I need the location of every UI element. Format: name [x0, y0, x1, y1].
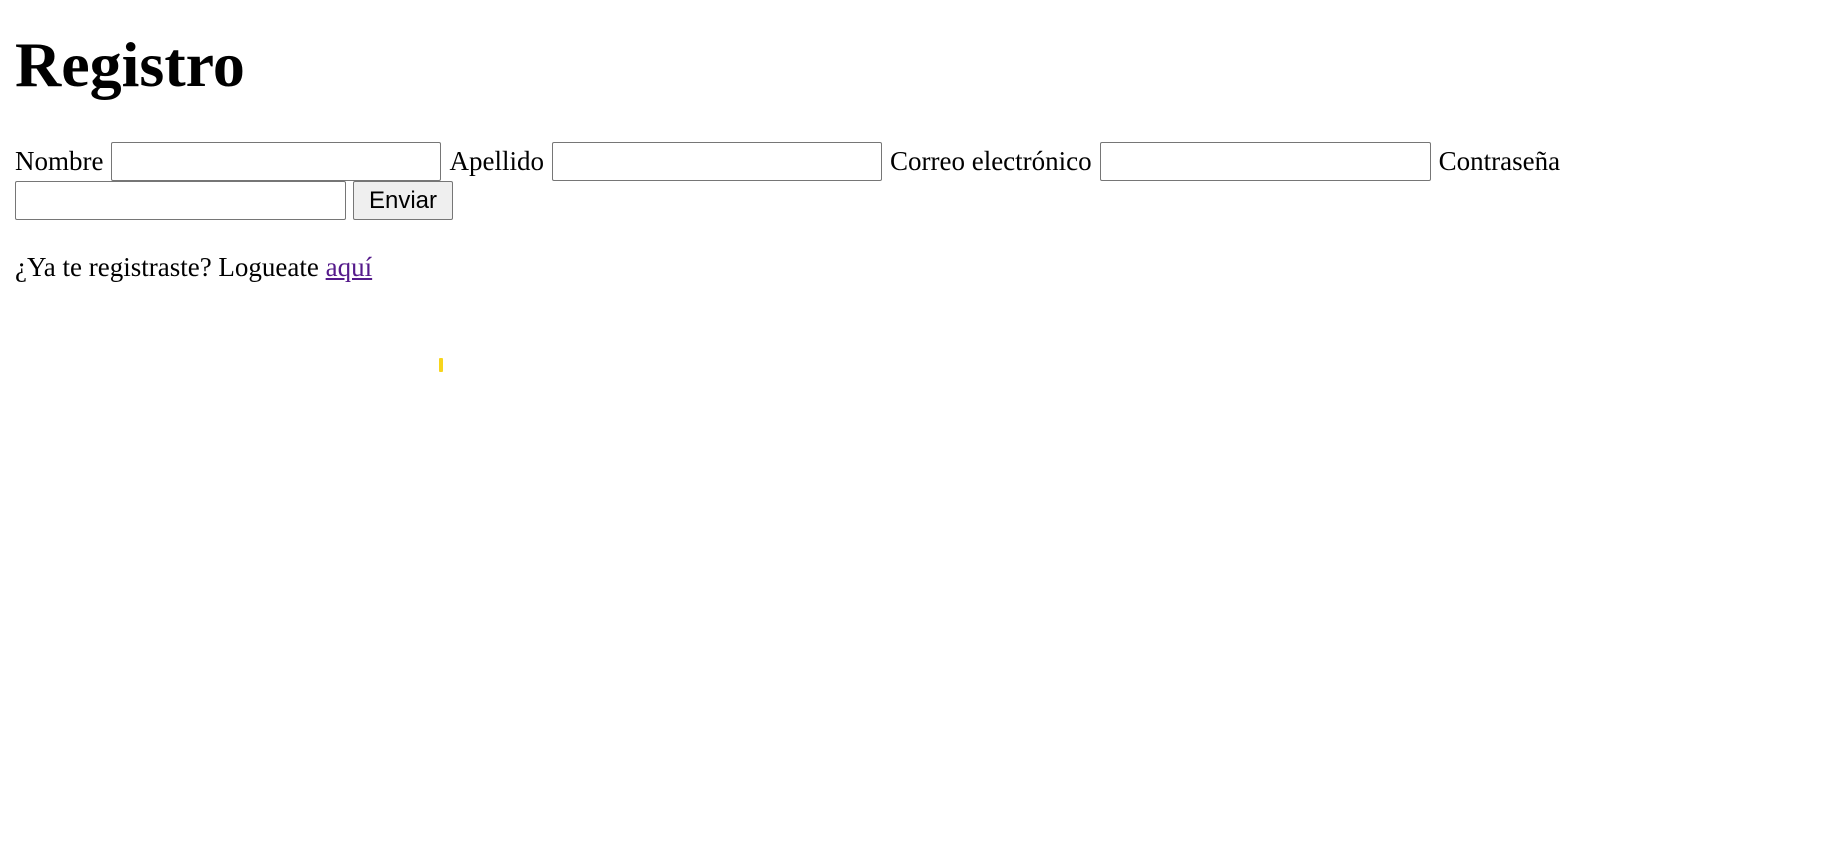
login-prompt-text: ¿Ya te registraste? Logueate [15, 252, 319, 282]
contrasena-input[interactable] [15, 181, 346, 220]
apellido-input[interactable] [551, 142, 882, 181]
form-row-2: Enviar [15, 181, 1637, 220]
registration-page: Registro Nombre Apellido Correo electrón… [15, 0, 1637, 282]
text-cursor-marker [439, 358, 443, 372]
login-link[interactable]: aquí [326, 252, 373, 282]
apellido-label: Apellido [449, 146, 544, 176]
correo-label: Correo electrónico [889, 146, 1092, 176]
nombre-label: Nombre [15, 146, 104, 176]
correo-input[interactable] [1099, 142, 1431, 181]
page-title: Registro [15, 29, 245, 100]
login-prompt: ¿Ya te registraste? Logueate aquí [15, 247, 372, 287]
enviar-button[interactable]: Enviar [353, 181, 453, 220]
form-row-1: Nombre Apellido Correo electrónico Contr… [15, 142, 1637, 181]
nombre-input[interactable] [111, 142, 442, 181]
registration-form: Nombre Apellido Correo electrónico Contr… [15, 142, 1637, 220]
contrasena-label: Contraseña [1438, 146, 1561, 176]
